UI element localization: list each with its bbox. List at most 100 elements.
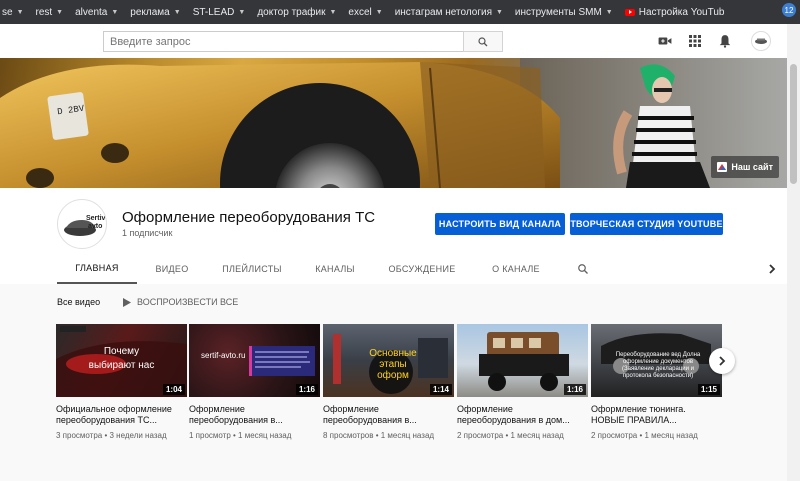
search-icon xyxy=(578,264,588,274)
website-link[interactable]: Наш сайт xyxy=(711,156,779,178)
video-duration: 1:16 xyxy=(295,384,318,395)
thumbnail-overlay-text: выбирают нас xyxy=(88,360,155,371)
customize-channel-button[interactable]: НАСТРОИТЬ ВИД КАНАЛА xyxy=(435,213,565,235)
channel-logo-text: avto xyxy=(88,223,102,230)
video-title[interactable]: Оформление тюнинга. НОВЫЕ ПРАВИЛА... xyxy=(591,404,722,426)
video-title-line: переоборудования ТС... xyxy=(56,415,157,425)
video-title-line: переоборудования в... xyxy=(323,415,417,425)
apps-grid-icon xyxy=(689,35,701,47)
chevron-down-icon: ▼ xyxy=(605,8,613,16)
youtube-channel-page: se ▼ rest ▼ alventa ▼ реклама ▼ ST-LEAD … xyxy=(0,0,800,481)
bookmark-label: инстаграм нетология xyxy=(394,6,492,18)
video-thumbnail[interactable]: Основные этапы оформ 1:14 xyxy=(323,324,454,397)
bookmark-label: Настройка YouTub xyxy=(638,6,725,18)
thumbnail-overlay-text: sertif-avto.ru xyxy=(201,351,246,360)
channel-logo-icon xyxy=(755,38,767,44)
bookmark-folder[interactable]: rest ▼ xyxy=(30,0,70,24)
tab-about[interactable]: О КАНАЛЕ xyxy=(471,254,561,284)
tabs-scroll-right-button[interactable] xyxy=(765,254,779,284)
video-thumbnail[interactable]: sertif-avto.ru 1:16 xyxy=(189,324,320,397)
video-title[interactable]: Оформление переоборудования в... xyxy=(189,404,320,426)
youtube-studio-button[interactable]: ТВОРЧЕСКАЯ СТУДИЯ YOUTUBE xyxy=(570,213,723,235)
bookmark-folder[interactable]: инструменты SMM ▼ xyxy=(509,0,619,24)
channel-avatar[interactable]: Sertiv avto xyxy=(57,199,107,249)
bookmark-folder[interactable]: реклама ▼ xyxy=(124,0,186,24)
video-card[interactable]: Основные этапы оформ 1:14 Оформление пер… xyxy=(323,324,454,440)
carousel-next-button[interactable] xyxy=(709,348,735,374)
tab-videos[interactable]: ВИДЕО xyxy=(137,254,207,284)
video-meta: 2 просмотра • 1 месяц назад xyxy=(591,431,698,440)
channel-logo-text: Sertiv xyxy=(86,215,106,222)
video-title-line: Оформление xyxy=(457,404,513,414)
video-card[interactable]: 1:16 Оформление переоборудования в дом..… xyxy=(457,324,588,440)
youtube-icon xyxy=(624,8,635,16)
account-avatar-button[interactable] xyxy=(751,31,771,51)
bookmark-folder[interactable]: ST-LEAD ▼ xyxy=(187,0,252,24)
overlay-line: оформление документов xyxy=(622,359,694,365)
notifications-button[interactable] xyxy=(717,33,733,49)
bookmark-folder[interactable]: инстаграм нетология ▼ xyxy=(389,0,509,24)
website-link-label: Наш сайт xyxy=(731,162,773,172)
page-scrollbar[interactable] xyxy=(787,24,800,481)
apps-button[interactable] xyxy=(687,33,703,49)
video-thumbnail[interactable]: Почему выбирают нас 1:04 xyxy=(56,324,187,397)
video-card[interactable]: Переоборудование вед Долна оформление до… xyxy=(591,324,722,440)
channel-title: Оформление переоборудования ТС xyxy=(122,209,376,226)
bookmark-label: rest xyxy=(35,6,53,18)
video-meta: 1 просмотр • 1 месяц назад xyxy=(189,431,292,440)
video-title-line: переоборудования в дом... xyxy=(457,415,570,425)
video-title-line: Оформление xyxy=(189,404,245,414)
bookmarks-bar: se ▼ rest ▼ alventa ▼ реклама ▼ ST-LEAD … xyxy=(0,0,800,24)
video-card[interactable]: sertif-avto.ru 1:16 Оформление переобору… xyxy=(189,324,320,440)
overlay-line: (Заявление декларации и xyxy=(622,366,694,372)
video-title-line: переоборудования в... xyxy=(189,415,283,425)
chevron-right-icon xyxy=(769,264,776,274)
scrollbar-thumb[interactable] xyxy=(790,64,797,184)
play-all-label: ВОСПРОИЗВЕСТИ ВСЕ xyxy=(137,297,239,307)
chevron-down-icon: ▼ xyxy=(495,8,503,16)
video-thumbnail[interactable]: 1:16 xyxy=(457,324,588,397)
tab-playlists[interactable]: ПЛЕЙЛИСТЫ xyxy=(207,254,297,284)
play-icon xyxy=(123,297,131,307)
overlay-line: оформ xyxy=(377,370,409,381)
video-title-line: Оформление xyxy=(323,404,379,414)
bookmark-label: se xyxy=(2,6,13,18)
create-video-button[interactable] xyxy=(657,33,673,49)
search-button[interactable] xyxy=(463,31,503,52)
video-duration: 1:16 xyxy=(563,384,586,395)
video-title[interactable]: Оформление переоборудования в дом... xyxy=(457,404,588,426)
chevron-down-icon: ▼ xyxy=(375,8,383,16)
video-title[interactable]: Официальное оформление переоборудования … xyxy=(56,404,187,426)
bookmark-folder[interactable]: excel ▼ xyxy=(342,0,388,24)
bookmark-label: alventa xyxy=(75,6,108,18)
video-title[interactable]: Оформление переоборудования в... xyxy=(323,404,454,426)
search-input[interactable] xyxy=(103,31,463,52)
play-all-button[interactable]: ВОСПРОИЗВЕСТИ ВСЕ xyxy=(123,297,238,307)
bookmark-folder[interactable]: se ▼ xyxy=(0,0,30,24)
tab-home[interactable]: ГЛАВНАЯ xyxy=(57,254,137,284)
video-title-line: Официальное оформление xyxy=(56,404,172,414)
tab-discussion[interactable]: ОБСУЖДЕНИЕ xyxy=(373,254,471,284)
channel-search-button[interactable] xyxy=(561,254,605,284)
tab-channels[interactable]: КАНАЛЫ xyxy=(297,254,373,284)
video-duration: 1:15 xyxy=(697,384,720,395)
thumbnail-overlay-text: Основные этапы оформ xyxy=(358,348,428,381)
extension-badge[interactable]: 12 xyxy=(782,3,796,17)
bookmark-folder[interactable]: alventa ▼ xyxy=(69,0,124,24)
video-meta: 2 просмотра • 1 месяц назад xyxy=(457,431,564,440)
videos-section-header: Все видео ВОСПРОИЗВЕСТИ ВСЕ xyxy=(57,297,238,307)
channel-tabs: ГЛАВНАЯ ВИДЕО ПЛЕЙЛИСТЫ КАНАЛЫ ОБСУЖДЕНИ… xyxy=(57,254,605,284)
bookmark-label: инструменты SMM xyxy=(514,6,602,18)
video-card[interactable]: Почему выбирают нас 1:04 Официальное офо… xyxy=(56,324,187,440)
subscriber-count: 1 подписчик xyxy=(122,228,173,238)
overlay-line: Основные xyxy=(369,348,417,359)
chevron-down-icon: ▼ xyxy=(56,8,64,16)
search-icon xyxy=(478,36,488,46)
bell-icon xyxy=(719,35,731,48)
video-thumbnail[interactable]: Переоборудование вед Долна оформление до… xyxy=(591,324,722,397)
bookmark-link[interactable]: Настройка YouTub xyxy=(619,0,731,24)
overlay-line: протокола безопасности) xyxy=(622,373,694,379)
bookmark-folder[interactable]: доктор трафик ▼ xyxy=(251,0,342,24)
video-camera-icon xyxy=(658,37,672,45)
video-duration: 1:04 xyxy=(162,384,185,395)
